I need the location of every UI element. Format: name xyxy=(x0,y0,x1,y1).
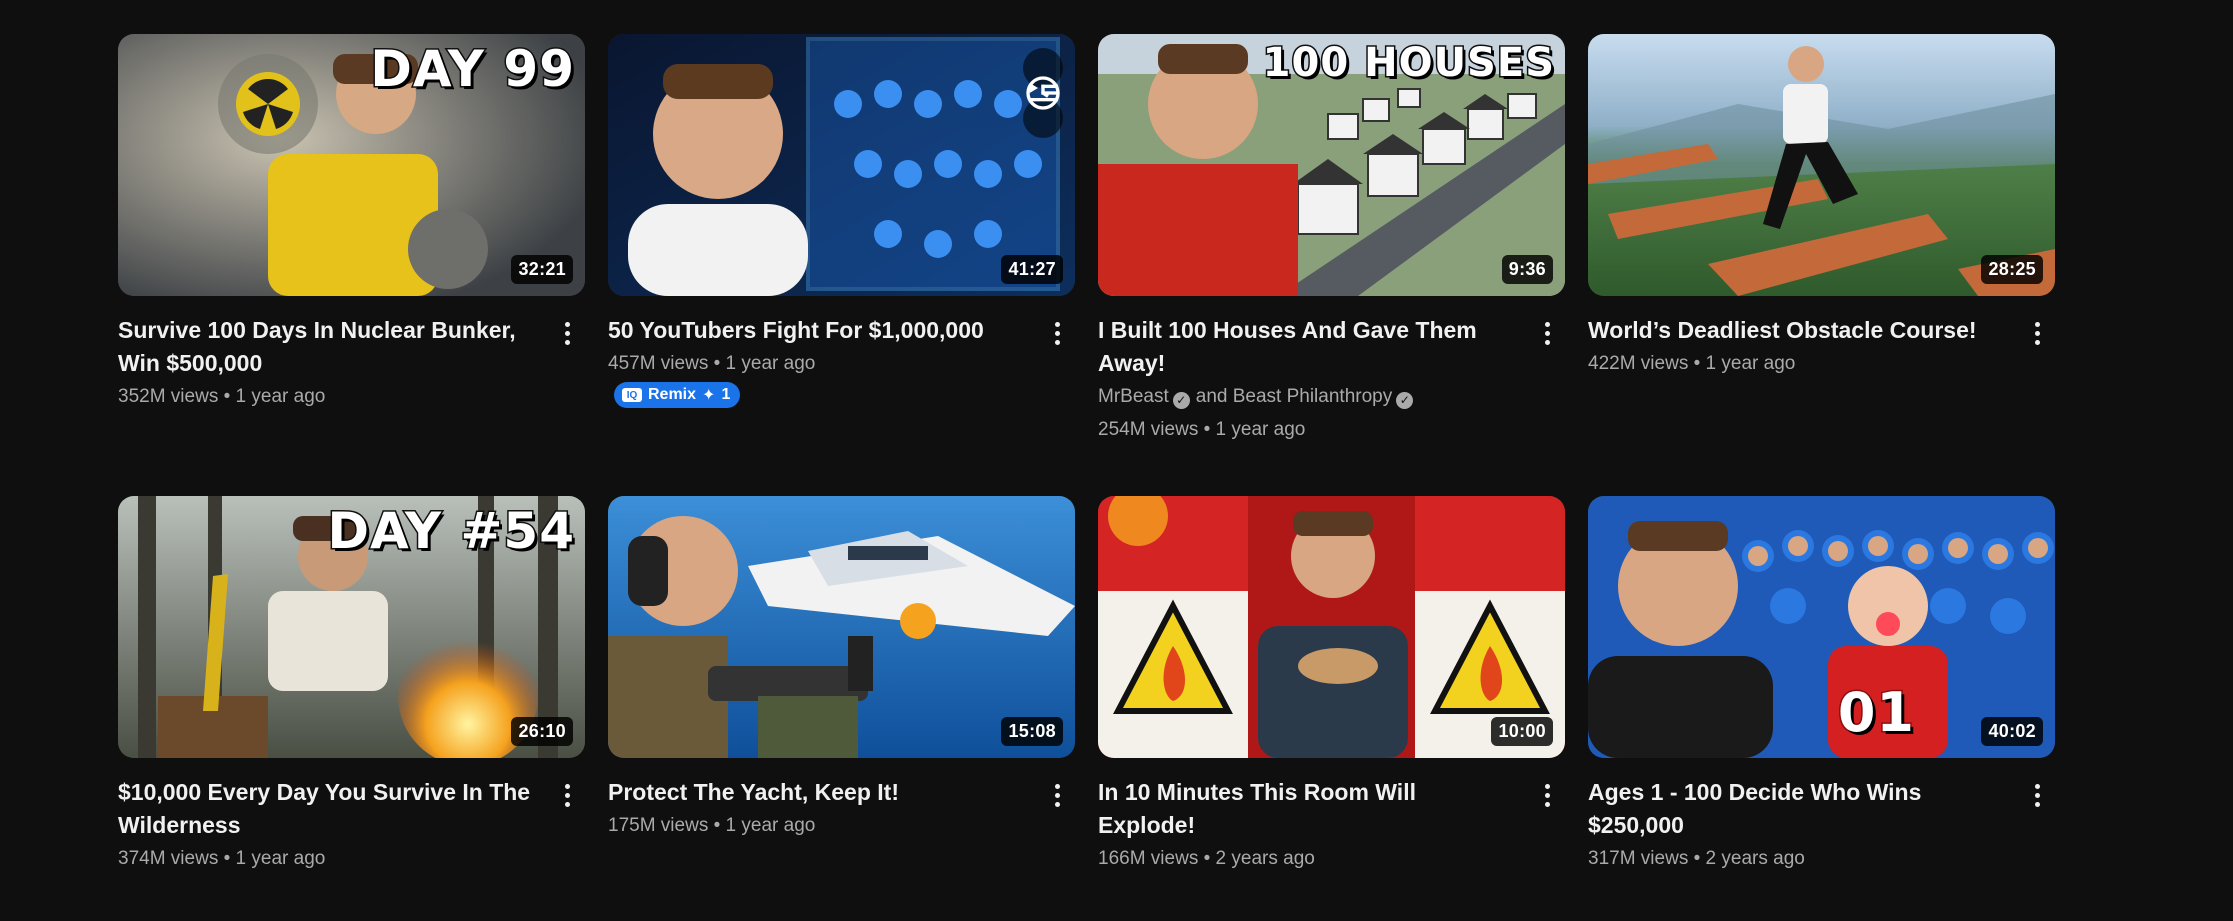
channel-link[interactable]: Beast Philanthropy xyxy=(1233,386,1393,407)
duration-badge: 28:25 xyxy=(1981,255,2043,284)
thumbnail-overlay-text: 01 xyxy=(1836,680,1915,746)
more-actions-button[interactable] xyxy=(2025,318,2049,348)
video-card[interactable]: DAY 99 32:21 Survive 100 Days In Nuclear… xyxy=(118,34,585,459)
view-count: 422M views xyxy=(1588,353,1689,374)
video-meta: $10,000 Every Day You Survive In The Wil… xyxy=(118,758,585,875)
video-stats: 422M views • 1 year ago xyxy=(1588,347,2007,380)
thumbnail-overlay-text: DAY #54 xyxy=(326,501,576,562)
video-title[interactable]: Protect The Yacht, Keep It! xyxy=(608,776,1027,809)
more-actions-button[interactable] xyxy=(1535,318,1559,348)
video-stats: 166M views • 2 years ago xyxy=(1098,842,1517,875)
separator: • xyxy=(223,386,231,407)
video-meta: In 10 Minutes This Room Will Explode! 16… xyxy=(1098,758,1565,875)
more-actions-button[interactable] xyxy=(1045,318,1069,348)
video-title[interactable]: I Built 100 Houses And Gave Them Away! xyxy=(1098,314,1517,380)
video-meta: Survive 100 Days In Nuclear Bunker, Win … xyxy=(118,296,585,413)
upload-age: 1 year ago xyxy=(1215,419,1306,440)
video-meta: 50 YouTubers Fight For $1,000,000 457M v… xyxy=(608,296,1075,408)
duration-badge: 10:00 xyxy=(1491,717,1553,746)
video-title[interactable]: World’s Deadliest Obstacle Course! xyxy=(1588,314,2007,347)
upload-age: 2 years ago xyxy=(1705,848,1805,869)
hover-actions xyxy=(1023,48,1063,138)
separator: • xyxy=(1203,848,1211,869)
view-count: 352M views xyxy=(118,386,219,407)
channel-line: MrBeast ✓ and Beast Philanthropy ✓ xyxy=(1098,380,1517,413)
video-thumbnail[interactable]: 01 40:02 xyxy=(1588,496,2055,758)
separator: • xyxy=(713,815,721,836)
view-count: 317M views xyxy=(1588,848,1689,869)
video-meta: I Built 100 Houses And Gave Them Away! M… xyxy=(1098,296,1565,446)
video-stats: 254M views • 1 year ago xyxy=(1098,413,1517,446)
upload-age: 2 years ago xyxy=(1215,848,1315,869)
thumbnail-overlay-text: 100 HOUSES xyxy=(1261,39,1555,88)
video-thumbnail[interactable]: 41:27 xyxy=(608,34,1075,296)
duration-badge: 41:27 xyxy=(1001,255,1063,284)
remix-label: Remix xyxy=(648,386,697,403)
video-card[interactable]: 01 40:02 Ages 1 - 100 Decide Who Wins $2… xyxy=(1588,496,2055,921)
separator: • xyxy=(1693,353,1701,374)
channel-joiner: and xyxy=(1195,386,1228,407)
video-thumbnail[interactable]: DAY #54 26:10 xyxy=(118,496,585,758)
more-actions-button[interactable] xyxy=(555,780,579,810)
video-card[interactable]: 28:25 World’s Deadliest Obstacle Course!… xyxy=(1588,34,2055,459)
view-count: 175M views xyxy=(608,815,709,836)
thumbnail-overlay-text: DAY 99 xyxy=(369,39,576,100)
video-card[interactable]: 41:27 50 YouTubers Fight For $1,000,000 … xyxy=(608,34,1075,459)
upload-age: 1 year ago xyxy=(235,848,326,869)
video-stats: 374M views • 1 year ago xyxy=(118,842,537,875)
video-stats: 457M views • 1 year ago xyxy=(608,347,1027,380)
video-meta: Ages 1 - 100 Decide Who Wins $250,000 31… xyxy=(1588,758,2055,875)
verified-icon: ✓ xyxy=(1172,392,1190,409)
channel-link[interactable]: MrBeast xyxy=(1098,386,1169,407)
view-count: 374M views xyxy=(118,848,219,869)
more-actions-button[interactable] xyxy=(1045,780,1069,810)
upload-age: 1 year ago xyxy=(1705,353,1796,374)
video-title[interactable]: Survive 100 Days In Nuclear Bunker, Win … xyxy=(118,314,537,380)
view-count: 254M views xyxy=(1098,419,1199,440)
view-count: 457M views xyxy=(608,353,709,374)
video-title[interactable]: In 10 Minutes This Room Will Explode! xyxy=(1098,776,1517,842)
separator: • xyxy=(713,353,721,374)
separator: • xyxy=(223,848,231,869)
remix-logo-icon: IQ xyxy=(622,388,642,402)
video-thumbnail[interactable]: 100 HOUSES 9:36 xyxy=(1098,34,1565,296)
video-card[interactable]: 15:08 Protect The Yacht, Keep It! 175M v… xyxy=(608,496,1075,921)
video-meta: World’s Deadliest Obstacle Course! 422M … xyxy=(1588,296,2055,380)
more-actions-button[interactable] xyxy=(555,318,579,348)
video-thumbnail[interactable]: 10:00 xyxy=(1098,496,1565,758)
duration-badge: 9:36 xyxy=(1501,255,1553,284)
sparkle-icon: ✦ xyxy=(702,387,716,404)
upload-age: 1 year ago xyxy=(235,386,326,407)
more-actions-button[interactable] xyxy=(2025,780,2049,810)
video-thumbnail[interactable]: 15:08 xyxy=(608,496,1075,758)
video-thumbnail[interactable]: DAY 99 32:21 xyxy=(118,34,585,296)
duration-badge: 26:10 xyxy=(511,717,573,746)
video-meta: Protect The Yacht, Keep It! 175M views •… xyxy=(608,758,1075,842)
upload-age: 1 year ago xyxy=(725,815,816,836)
more-actions-button[interactable] xyxy=(1535,780,1559,810)
duration-badge: 32:21 xyxy=(511,255,573,284)
video-thumbnail[interactable]: 28:25 xyxy=(1588,34,2055,296)
video-title[interactable]: Ages 1 - 100 Decide Who Wins $250,000 xyxy=(1588,776,2007,842)
video-stats: 352M views • 1 year ago xyxy=(118,380,537,413)
view-count: 166M views xyxy=(1098,848,1199,869)
add-to-queue-icon[interactable] xyxy=(1023,83,1063,138)
video-card[interactable]: 10:00 In 10 Minutes This Room Will Explo… xyxy=(1098,496,1565,921)
remix-badge[interactable]: IQ Remix ✦ 1 xyxy=(614,382,741,408)
video-title[interactable]: $10,000 Every Day You Survive In The Wil… xyxy=(118,776,537,842)
video-grid: DAY 99 32:21 Survive 100 Days In Nuclear… xyxy=(118,34,2055,921)
duration-badge: 15:08 xyxy=(1001,717,1063,746)
video-stats: 317M views • 2 years ago xyxy=(1588,842,2007,875)
video-card[interactable]: DAY #54 26:10 $10,000 Every Day You Surv… xyxy=(118,496,585,921)
video-title[interactable]: 50 YouTubers Fight For $1,000,000 xyxy=(608,314,1027,347)
separator: • xyxy=(1203,419,1211,440)
video-card[interactable]: 100 HOUSES 9:36 I Built 100 Houses And G… xyxy=(1098,34,1565,459)
remix-count: 1 xyxy=(721,386,731,403)
upload-age: 1 year ago xyxy=(725,353,816,374)
separator: • xyxy=(1693,848,1701,869)
verified-icon: ✓ xyxy=(1396,392,1414,409)
duration-badge: 40:02 xyxy=(1981,717,2043,746)
video-stats: 175M views • 1 year ago xyxy=(608,809,1027,842)
